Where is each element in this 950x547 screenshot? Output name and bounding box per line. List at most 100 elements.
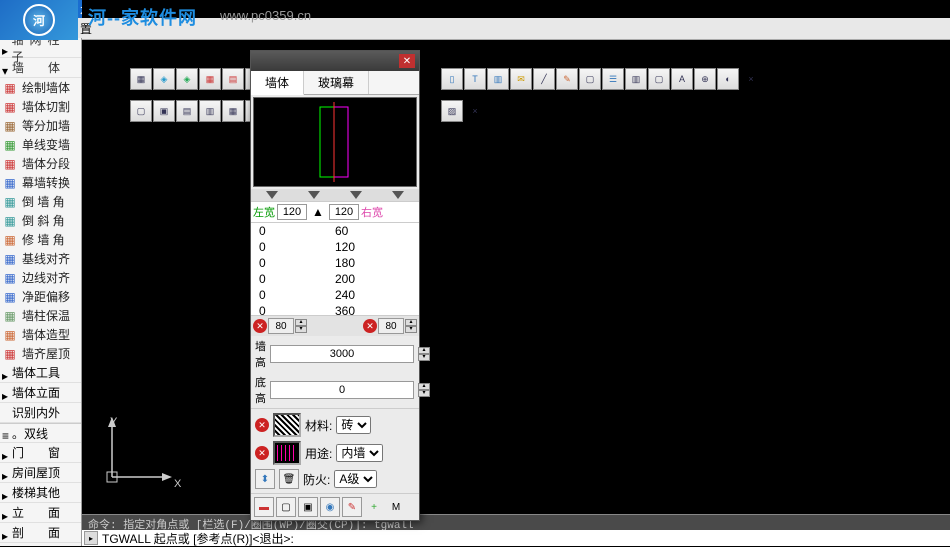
wall-type-row[interactable]: 0240 (251, 287, 419, 303)
tool-roof-align[interactable]: ▦墙齐屋顶 (0, 344, 81, 363)
base-down[interactable]: ▾ (418, 390, 430, 397)
tool-shape[interactable]: ▦墙体造型 (0, 325, 81, 344)
mirror-icon[interactable]: ▲ (309, 204, 327, 220)
tab-curtain[interactable]: 玻璃幕 (304, 71, 369, 94)
tb2-1[interactable]: ▢ (130, 100, 152, 122)
tb-layers-icon[interactable]: ◈ (153, 68, 175, 90)
tool-wall-eq[interactable]: ▦等分加墙 (0, 116, 81, 135)
command-input-row[interactable]: ▸ TGWALL 起点或 [参考点(R)]<退出>: (82, 530, 950, 546)
tool-wall-cut[interactable]: ▦墙体切割 (0, 97, 81, 116)
category-wall-tools[interactable]: ▸墙体工具 (0, 363, 81, 383)
category-inner[interactable]: ▸识别内外 (0, 403, 81, 423)
tb-line-icon[interactable]: ╱ (533, 68, 555, 90)
usage-select[interactable]: 内墙 (336, 444, 383, 462)
wall-type-list[interactable]: 06001200180020002400360 (251, 223, 419, 315)
cat-door[interactable]: ▸门 窗 (0, 443, 81, 463)
tb-shape-icon[interactable]: ◐ (717, 68, 739, 90)
cat-elev[interactable]: ▸立 面 (0, 503, 81, 523)
wall-type-row[interactable]: 060 (251, 223, 419, 239)
tb-grid-icon[interactable]: ▦ (199, 68, 221, 90)
tool-wall-draw[interactable]: ▦绘制墙体 (0, 78, 81, 97)
tb-a-icon[interactable]: A (671, 68, 693, 90)
tb-edit-icon[interactable]: ▢ (579, 68, 601, 90)
tb-list-icon[interactable]: ☰ (602, 68, 624, 90)
tb-close-icon[interactable]: × (740, 68, 762, 90)
bi-5[interactable]: ✎ (342, 497, 362, 517)
tool-pick[interactable]: ⬍ (255, 469, 275, 489)
clear-left-button[interactable]: ✕ (253, 319, 267, 333)
arrow-1[interactable] (266, 191, 278, 199)
tool-wall-line[interactable]: ▦单线变墙 (0, 135, 81, 154)
tb-stack-icon[interactable]: ◈ (176, 68, 198, 90)
wall-type-row[interactable]: 0180 (251, 255, 419, 271)
right-width-input[interactable] (329, 204, 359, 220)
hatch-pattern-2[interactable] (273, 441, 301, 465)
bi-1[interactable]: ▬ (254, 497, 274, 517)
left-width-input[interactable] (277, 204, 307, 220)
hatch-pattern-1[interactable] (273, 413, 301, 437)
tool-bevel[interactable]: ▦倒 斜 角 (0, 211, 81, 230)
tool-insulation[interactable]: ▦墙柱保温 (0, 306, 81, 325)
tool-wall-conv[interactable]: ▦幕墙转换 (0, 173, 81, 192)
category-double[interactable]: ≡。双线 (0, 423, 81, 443)
clear-right-button[interactable]: ✕ (363, 319, 377, 333)
category-wall-elev[interactable]: ▸墙体立面 (0, 383, 81, 403)
fire-select[interactable]: A级 (334, 470, 377, 488)
height-up[interactable]: ▴ (418, 347, 430, 354)
tb2-4[interactable]: ▥ (199, 100, 221, 122)
dialog-title-bar[interactable]: ✕ (251, 51, 419, 71)
arrow-2[interactable] (308, 191, 320, 199)
tb2-5[interactable]: ▦ (222, 100, 244, 122)
bi-3[interactable]: ▣ (298, 497, 318, 517)
arrow-4[interactable] (392, 191, 404, 199)
tool-corner[interactable]: ▦倒 墙 角 (0, 192, 81, 211)
tool-edge-align[interactable]: ▦边线对齐 (0, 268, 81, 287)
tb-target-icon[interactable]: ⊕ (694, 68, 716, 90)
clear-hatch1[interactable]: ✕ (255, 418, 269, 432)
bi-2[interactable]: ▢ (276, 497, 296, 517)
tb-brush-icon[interactable]: ✎ (556, 68, 578, 90)
material-select[interactable]: 砖 (336, 416, 371, 434)
height-input[interactable] (270, 345, 414, 363)
spin-left-up[interactable]: ▴ (295, 319, 307, 326)
base-up[interactable]: ▴ (418, 383, 430, 390)
tb2-2[interactable]: ▣ (153, 100, 175, 122)
wall-type-row[interactable]: 0200 (251, 271, 419, 287)
tb2-3[interactable]: ▤ (176, 100, 198, 122)
dialog-close-button[interactable]: ✕ (399, 54, 415, 68)
wall-type-row[interactable]: 0360 (251, 303, 419, 315)
tb-wall-icon[interactable]: ▥ (625, 68, 647, 90)
command-prompt-icon[interactable]: ▸ (84, 531, 98, 545)
tb-grid2-icon[interactable]: ▤ (222, 68, 244, 90)
tool-wall-seg[interactable]: ▦墙体分段 (0, 154, 81, 173)
cat-room[interactable]: ▸房间屋顶 (0, 463, 81, 483)
spin-right-down[interactable]: ▾ (405, 326, 417, 333)
arrow-3[interactable] (350, 191, 362, 199)
tb-env-icon[interactable]: ✉ (510, 68, 532, 90)
category-axis[interactable]: ▸轴网柱子 (0, 38, 81, 58)
wall-type-row[interactable]: 0120 (251, 239, 419, 255)
tab-wall[interactable]: 墙体 (251, 71, 304, 95)
tb2-7[interactable]: ▨ (441, 100, 463, 122)
spin-left-down[interactable]: ▾ (295, 326, 307, 333)
cat-section[interactable]: ▸剖 面 (0, 523, 81, 543)
clear-hatch2[interactable]: ✕ (255, 446, 269, 460)
tb-m-icon[interactable]: ▥ (487, 68, 509, 90)
tb-layer-icon[interactable]: ▦ (130, 68, 152, 90)
tb2-close[interactable]: × (464, 100, 486, 122)
height-down[interactable]: ▾ (418, 354, 430, 361)
tool-base-align[interactable]: ▦基线对齐 (0, 249, 81, 268)
tool-offset[interactable]: ▦净距偏移 (0, 287, 81, 306)
tool-basket[interactable]: 🗑 (279, 469, 299, 489)
cat-stair[interactable]: ▸楼梯其他 (0, 483, 81, 503)
bi-plus[interactable]: + (364, 497, 384, 517)
bi-m[interactable]: M (386, 497, 406, 517)
base-input[interactable] (270, 381, 414, 399)
spin-left-input[interactable] (268, 318, 294, 334)
spin-right-input[interactable] (378, 318, 404, 334)
tb-box-icon[interactable]: ▢ (648, 68, 670, 90)
tb-t-icon[interactable]: T (464, 68, 486, 90)
tb-col-icon[interactable]: ▯ (441, 68, 463, 90)
tool-fix-corner[interactable]: ▦修 墙 角 (0, 230, 81, 249)
spin-right-up[interactable]: ▴ (405, 319, 417, 326)
